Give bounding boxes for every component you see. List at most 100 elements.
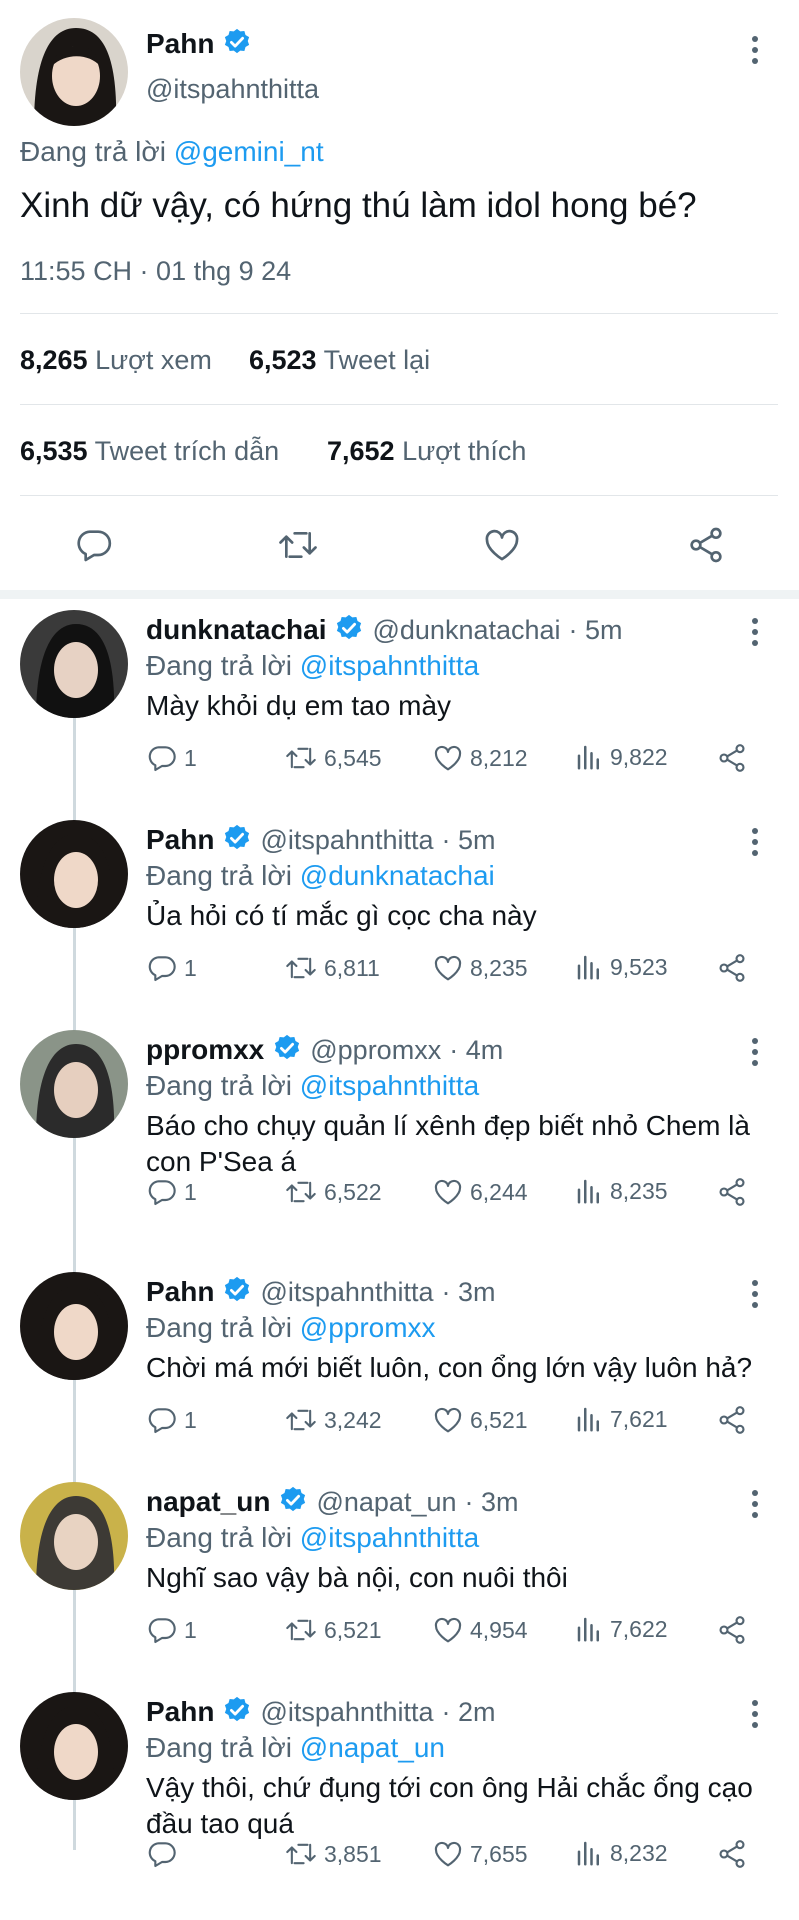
like-count: 8,235 xyxy=(470,954,528,981)
replying-to-link[interactable]: @dunknatachai xyxy=(300,860,495,891)
share-button[interactable] xyxy=(716,1404,748,1436)
reply-author-handle[interactable]: @itspahnthitta xyxy=(260,1697,433,1728)
views-button[interactable]: 9,822 xyxy=(574,742,668,772)
views-button[interactable]: 7,621 xyxy=(574,1404,668,1434)
reply-author-avatar[interactable] xyxy=(20,1482,128,1590)
replying-to-link[interactable]: @ppromxx xyxy=(300,1312,436,1343)
retweet-button[interactable]: 6,522 xyxy=(284,1176,382,1208)
reply-button[interactable] xyxy=(146,1838,184,1870)
retweet-button[interactable]: 3,242 xyxy=(284,1404,382,1436)
reply-tweet[interactable]: Pahn @itspahnthitta · 2m Đang trả lời @n… xyxy=(0,1692,799,1892)
views-count: 7,621 xyxy=(610,1405,668,1432)
retweets-stat[interactable]: 6,523 Tweet lại xyxy=(249,345,430,376)
share-button[interactable] xyxy=(716,952,748,984)
reply-author-handle[interactable]: @napat_un xyxy=(316,1487,456,1518)
reply-icon[interactable] xyxy=(74,525,114,570)
like-button[interactable]: 4,954 xyxy=(432,1614,528,1646)
more-options-icon[interactable] xyxy=(749,1038,761,1066)
section-divider xyxy=(0,590,799,599)
share-button[interactable] xyxy=(716,1614,748,1646)
reply-text: Vậy thôi, chứ đụng tới con ông Hải chắc … xyxy=(146,1770,753,1842)
reply-button[interactable]: 1 xyxy=(146,1404,197,1436)
more-options-icon[interactable] xyxy=(749,36,761,64)
tweet-timestamp[interactable]: 11:55 CH · 01 thg 9 24 xyxy=(20,256,291,287)
reply-author-handle[interactable]: @ppromxx xyxy=(310,1035,441,1066)
retweet-button[interactable]: 3,851 xyxy=(284,1838,382,1870)
reply-author-avatar[interactable] xyxy=(20,1692,128,1800)
like-icon[interactable] xyxy=(481,525,523,570)
views-button[interactable]: 9,523 xyxy=(574,952,668,982)
replying-to-link[interactable]: @gemini_nt xyxy=(174,136,324,167)
like-button[interactable]: 8,235 xyxy=(432,952,528,984)
views-button[interactable]: 7,622 xyxy=(574,1614,668,1644)
reply-tweet[interactable]: napat_un @napat_un · 3m Đang trả lời @it… xyxy=(0,1482,799,1682)
reply-author-avatar[interactable] xyxy=(20,610,128,718)
views-button[interactable]: 8,232 xyxy=(574,1838,668,1868)
retweet-button[interactable]: 6,521 xyxy=(284,1614,382,1646)
reply-time[interactable]: · 5m xyxy=(569,615,623,646)
like-count: 7,655 xyxy=(470,1840,528,1867)
share-button[interactable] xyxy=(716,1176,748,1208)
reply-time[interactable]: · 5m xyxy=(441,825,495,856)
more-options-icon[interactable] xyxy=(749,618,761,646)
quotes-stat[interactable]: 6,535 Tweet trích dẫn xyxy=(20,436,279,467)
tweet-text: Xinh dữ vậy, có hứng thú làm idol hong b… xyxy=(20,186,697,225)
reply-button[interactable]: 1 xyxy=(146,1176,197,1208)
main-author-avatar[interactable] xyxy=(20,18,128,126)
share-icon[interactable] xyxy=(686,525,726,570)
like-button[interactable]: 8,212 xyxy=(432,742,528,774)
retweet-button[interactable]: 6,545 xyxy=(284,742,382,774)
reply-author-avatar[interactable] xyxy=(20,820,128,928)
like-button[interactable]: 6,244 xyxy=(432,1176,528,1208)
reply-tweet[interactable]: dunknatachai @dunknatachai · 5m Đang trả… xyxy=(0,610,799,810)
reply-time[interactable]: · 3m xyxy=(465,1487,519,1518)
share-button[interactable] xyxy=(716,742,748,774)
views-icon xyxy=(574,1614,604,1644)
more-options-icon[interactable] xyxy=(749,828,761,856)
replying-to-link[interactable]: @napat_un xyxy=(300,1732,445,1763)
main-author-handle[interactable]: @itspahnthitta xyxy=(146,74,319,105)
reply-author-handle[interactable]: @itspahnthitta xyxy=(260,1277,433,1308)
reply-button[interactable]: 1 xyxy=(146,1614,197,1646)
main-author-name[interactable]: Pahn xyxy=(146,28,214,60)
more-options-icon[interactable] xyxy=(749,1490,761,1518)
reply-author-avatar[interactable] xyxy=(20,1272,128,1380)
replying-to-link[interactable]: @itspahnthitta xyxy=(300,1070,479,1101)
reply-author-avatar[interactable] xyxy=(20,1030,128,1138)
reply-author-name[interactable]: dunknatachai xyxy=(146,614,326,646)
retweet-icon[interactable] xyxy=(276,525,320,570)
like-icon xyxy=(432,1176,464,1208)
likes-stat[interactable]: 7,652 Lượt thích xyxy=(327,436,526,467)
reply-time[interactable]: · 3m xyxy=(441,1277,495,1308)
reply-author-handle[interactable]: @itspahnthitta xyxy=(260,825,433,856)
reply-author-name[interactable]: Pahn xyxy=(146,824,214,856)
reply-tweet[interactable]: Pahn @itspahnthitta · 3m Đang trả lời @p… xyxy=(0,1272,799,1472)
likes-label: Lượt thích xyxy=(402,436,527,466)
retweet-button[interactable]: 6,811 xyxy=(284,952,380,984)
reply-author-name[interactable]: Pahn xyxy=(146,1276,214,1308)
verified-badge-icon xyxy=(272,1033,302,1068)
reply-tweet[interactable]: Pahn @itspahnthitta · 5m Đang trả lời @d… xyxy=(0,820,799,1020)
replying-prefix: Đang trả lời xyxy=(146,1312,292,1343)
reply-author-name[interactable]: napat_un xyxy=(146,1486,270,1518)
more-options-icon[interactable] xyxy=(749,1280,761,1308)
replying-to-link[interactable]: @itspahnthitta xyxy=(300,1522,479,1553)
share-button[interactable] xyxy=(716,1838,748,1870)
views-button[interactable]: 8,235 xyxy=(574,1176,668,1206)
reply-tweet[interactable]: ppromxx @ppromxx · 4m Đang trả lời @itsp… xyxy=(0,1030,799,1230)
replying-to-link[interactable]: @itspahnthitta xyxy=(300,650,479,681)
like-button[interactable]: 6,521 xyxy=(432,1404,528,1436)
reply-author-handle[interactable]: @dunknatachai xyxy=(372,615,560,646)
reply-button[interactable]: 1 xyxy=(146,952,197,984)
like-button[interactable]: 7,655 xyxy=(432,1838,528,1870)
reply-count: 1 xyxy=(184,954,197,981)
reply-button[interactable]: 1 xyxy=(146,742,197,774)
like-icon xyxy=(432,1614,464,1646)
reply-time[interactable]: · 4m xyxy=(449,1035,503,1066)
reply-author-name[interactable]: ppromxx xyxy=(146,1034,264,1066)
more-options-icon[interactable] xyxy=(749,1700,761,1728)
reply-author-name[interactable]: Pahn xyxy=(146,1696,214,1728)
reply-time[interactable]: · 2m xyxy=(441,1697,495,1728)
replying-prefix: Đang trả lời xyxy=(146,650,292,681)
replying-to: Đang trả lời @itspahnthitta xyxy=(146,1522,479,1554)
